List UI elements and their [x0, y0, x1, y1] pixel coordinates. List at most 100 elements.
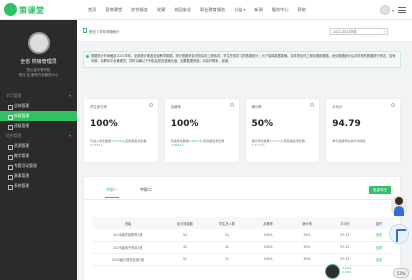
nav-item[interactable]: 营商课堂	[105, 7, 122, 13]
site-logo-icon[interactable]	[4, 3, 17, 16]
nav-item[interactable]: 首页	[88, 7, 96, 13]
menu-icon[interactable]	[398, 6, 406, 14]
table-cell: 54	[206, 229, 248, 242]
sidebar-group-label[interactable]: 学习管理 ▾	[0, 91, 77, 101]
table-cell: 54%	[288, 229, 326, 242]
home-icon	[83, 28, 87, 33]
table-cell: 2018级学前教育1班	[92, 229, 164, 242]
sidebar-group-text: 综合管理	[6, 133, 22, 139]
card-desc-value: 3,1771	[269, 139, 281, 143]
card-label: 满分率	[251, 105, 262, 109]
class-stats-panel: 中职一 中职二 批量导出 班级 参与班级数 学生总人数 及格率 满分率 平均分 操作 201…	[83, 176, 402, 280]
help-icon[interactable]	[391, 103, 395, 107]
card-desc: 满分学生数量3,1771人/实际报名学生数 3,1771人	[252, 139, 314, 147]
profile-avatar	[27, 32, 50, 54]
card-desc-value: 3,3001	[188, 139, 200, 143]
breadcrumb-bar: 首页 / 学年学期统计 2021-2022学年	[77, 20, 412, 42]
site-logo-text[interactable]: 第课堂	[19, 5, 45, 16]
sidebar-group-label[interactable]: 综合管理 ▾	[0, 131, 77, 141]
column-header: 操作	[364, 217, 394, 229]
stat-card: 学生参与率 100% 已进入学生数量3,7741人/实际报名学生数 3,7741人	[83, 98, 159, 163]
chevron-down-icon[interactable]: ▾	[392, 8, 394, 13]
column-header: 参与班级数	[164, 217, 206, 229]
nav-item[interactable]: 新闻	[254, 7, 262, 13]
table-cell: 54	[164, 229, 206, 242]
sidebar-group-text: 学习管理	[6, 93, 22, 99]
service-logo-icon[interactable]	[389, 224, 409, 244]
table-cell: 42	[164, 241, 206, 254]
class-stats-table: 班级 参与班级数 学生总人数 及格率 满分率 平均分 操作 2018级学前教育1班 54 54 1…	[92, 217, 394, 266]
column-header: 满分率	[288, 217, 326, 229]
nav-item[interactable]: 服务中心	[272, 7, 289, 13]
sidebar-item[interactable]: 校级管理	[0, 111, 77, 122]
sidebar-item[interactable]: 赛事管理	[0, 171, 77, 181]
profile-org: 四川省中等学校 物业 及 服务外包服务中心	[0, 68, 77, 77]
grade-tabs: 中职一 中职二 批量导出	[84, 177, 402, 200]
sidebar-item[interactable]: 总体管理	[0, 101, 77, 111]
card-desc: 已进入学生数量3,7741人/实际报名学生数 3,7741人	[90, 139, 152, 147]
nav-item[interactable]: 公益	[234, 7, 245, 13]
nav-item[interactable]: 校园安全	[174, 7, 191, 13]
assistant-avatar-icon[interactable]	[391, 195, 407, 217]
table-cell: 51	[206, 253, 248, 266]
top-nav: 首页 营商课堂 综合服务 党建 校园安全 职业教育服务 公益 新闻 服务中心 帮助	[88, 0, 315, 20]
stat-card: 及格率 100% 及格学生数量3,3001人/实际报名学生数 3,3001人	[163, 98, 240, 163]
card-desc-value: 3,7741人	[90, 143, 104, 147]
card-value: 100%	[90, 119, 118, 129]
nav-item[interactable]: 综合服务	[131, 7, 148, 13]
sidebar-item[interactable]: 专题活动管理	[0, 161, 77, 171]
notice-banner: 数据统计时间截至2021学年。全部统计覆盖全部教学数据。统计数据来自学校实际上报…	[83, 51, 401, 68]
speed-gauge-icon[interactable]	[325, 264, 340, 279]
nav-item[interactable]: 职业教育服务	[200, 7, 225, 13]
percent-badge[interactable]: 53%	[393, 268, 409, 278]
sidebar-item[interactable]: 系统管理	[0, 181, 77, 191]
table-cell: 50%	[288, 253, 326, 266]
table-cell: 2019级计算机应用1班	[92, 253, 164, 266]
help-icon[interactable]	[148, 103, 153, 107]
table-cell: 50%	[288, 241, 326, 254]
profile-org-line: 物业 及 服务外包服务中心	[18, 72, 59, 77]
column-header: 平均分	[326, 217, 364, 229]
user-avatar[interactable]	[379, 5, 390, 15]
card-desc-value: 3,3001人	[170, 143, 185, 147]
card-desc-text: 人/实际报名学生数	[121, 139, 147, 143]
card-desc-value: 3,1771人	[251, 143, 266, 147]
sidebar-item[interactable]: 班级管理	[0, 121, 77, 131]
stat-cards: 学生参与率 100% 已进入学生数量3,7741人/实际报名学生数 3,7741人 及格…	[83, 98, 401, 163]
nav-item[interactable]: 党建	[157, 7, 165, 13]
export-button[interactable]: 批量导出	[369, 186, 391, 194]
card-desc-text: 人/实际报名学生数	[199, 139, 225, 143]
table-cell: 100%	[248, 253, 288, 266]
card-value: 50%	[251, 119, 274, 129]
column-header: 班级	[92, 217, 164, 229]
notice-text: 数据统计时间截至2021学年。全部统计覆盖全部教学数据。统计数据来自学校实际上报…	[91, 54, 396, 63]
download-speed: 0.3K/s	[342, 269, 352, 274]
card-label: 及格率	[170, 105, 181, 109]
main-content: 首页 / 学年学期统计 2021-2022学年 数据统计时间截至2021学年。全…	[77, 20, 412, 280]
tab-grade-1[interactable]: 中职一	[105, 187, 119, 198]
card-desc: 及格学生数量3,3001人/实际报名学生数 3,3001人	[171, 139, 233, 147]
sidebar-item[interactable]: 教学管理	[0, 151, 77, 161]
nav-item[interactable]: 帮助	[298, 7, 306, 13]
table-cell: 100%	[248, 229, 288, 242]
view-link[interactable]: 查看	[364, 253, 394, 266]
help-icon[interactable]	[310, 103, 315, 107]
sidebar: 全省 校级管理员 四川省中等学校 物业 及 服务外包服务中心 学习管理 ▾ 总体管理…	[0, 20, 77, 280]
breadcrumb[interactable]: 首页 / 学年学期统计	[89, 29, 119, 34]
top-header: 第课堂 首页 营商课堂 综合服务 党建 校园安全 职业教育服务 公益 新闻 服务中心 帮助 ▾	[0, 0, 412, 20]
card-desc-text: 人/实际报名学生数	[280, 139, 306, 143]
chevron-down-icon: ▾	[69, 133, 71, 139]
column-header: 学生总人数	[206, 217, 248, 229]
profile-name: 全省 校级管理员	[20, 59, 57, 65]
card-desc: 参与答题学生的平均成绩	[332, 139, 394, 143]
tab-grade-2[interactable]: 中职二	[140, 187, 152, 193]
table-cell: 100%	[248, 241, 288, 254]
view-link[interactable]: 查看	[364, 241, 394, 254]
sidebar-item[interactable]: 资源管理	[0, 141, 77, 151]
table-row: 2019级电子商务1班 42 42 100% 50% 97.41 查看	[92, 241, 394, 254]
table-row: 2019级计算机应用1班 51 51 100% 50% 97.41 查看	[92, 253, 394, 266]
year-select[interactable]: 2021-2022学年	[330, 28, 388, 35]
chevron-down-icon: ▾	[69, 93, 71, 99]
help-icon[interactable]	[229, 103, 234, 107]
user-area: ▾	[379, 0, 406, 20]
